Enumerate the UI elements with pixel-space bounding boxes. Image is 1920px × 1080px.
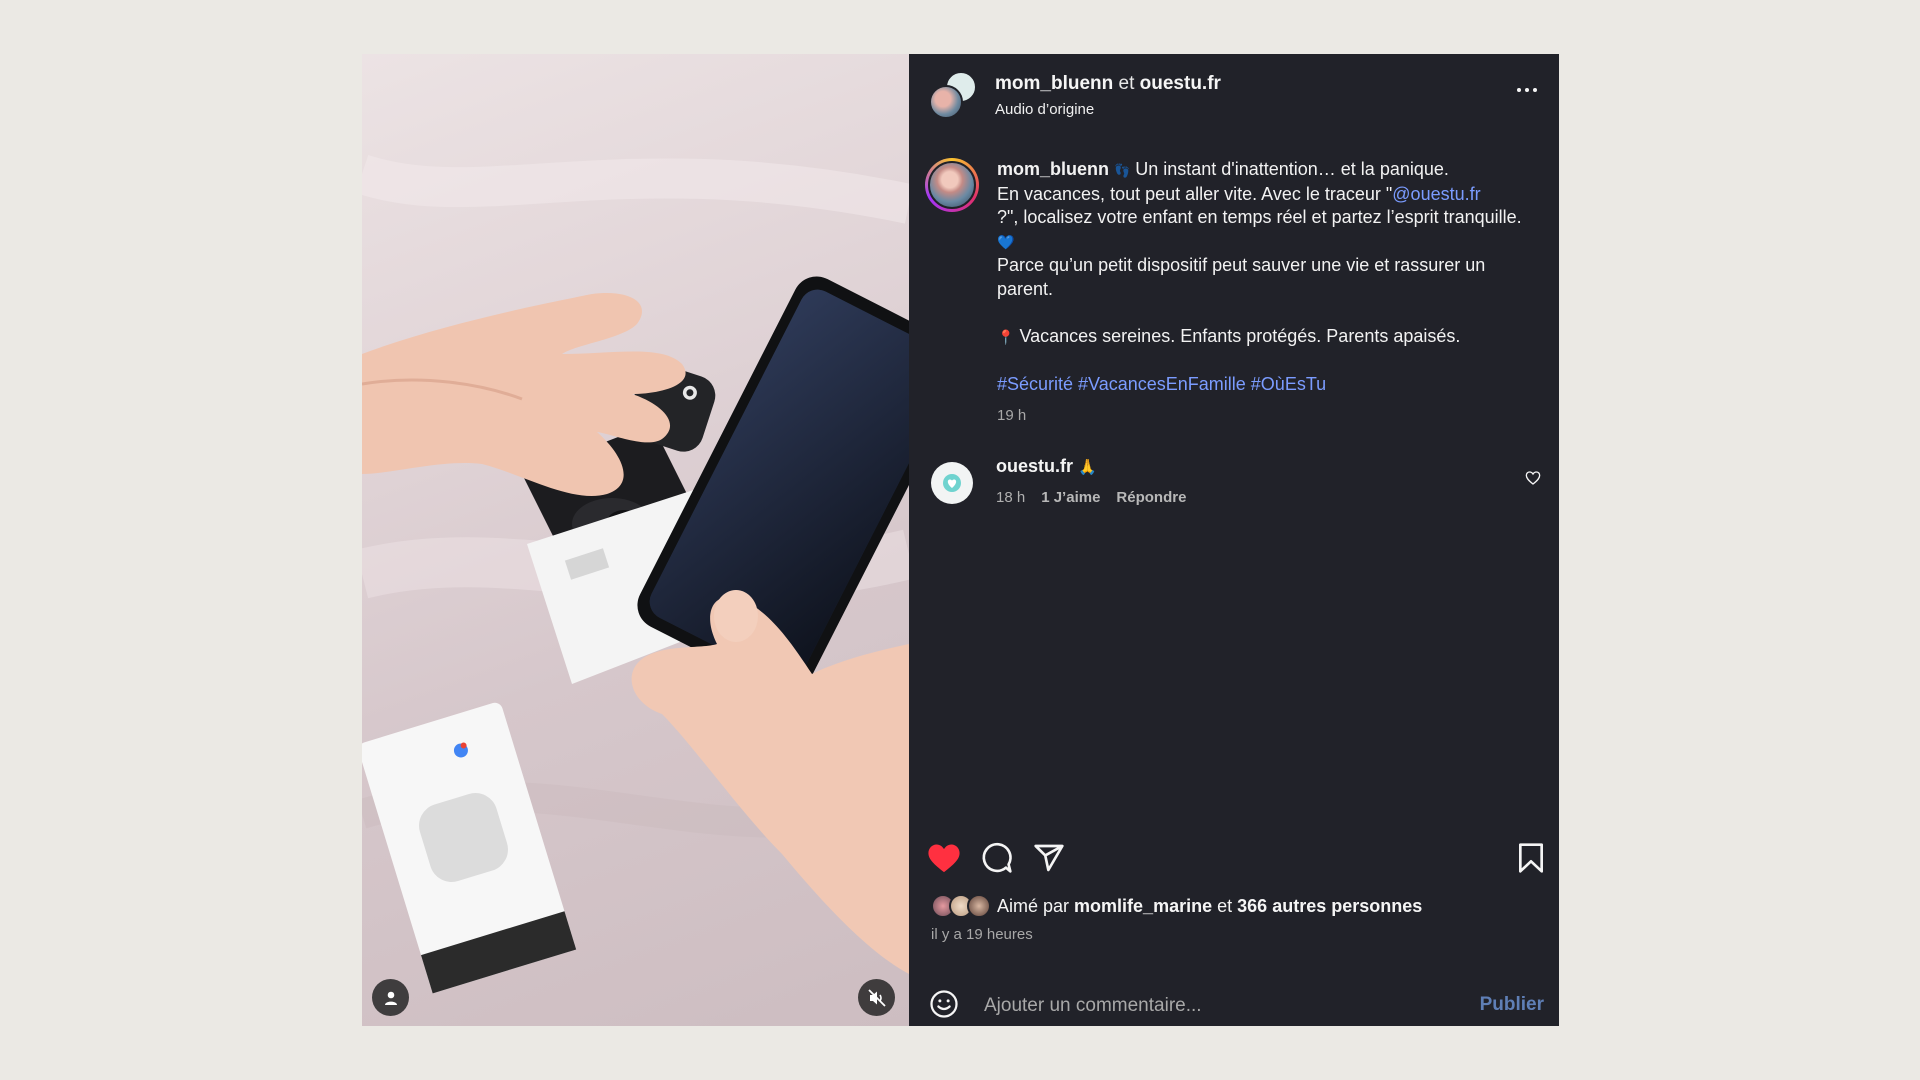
likes-summary: Aimé par momlife_marine et 366 autres pe… <box>931 894 1422 918</box>
blue-heart-emoji: 💙 <box>997 233 1015 250</box>
comment-likes-count[interactable]: 1 J’aime <box>1041 489 1100 506</box>
mute-icon <box>867 988 886 1007</box>
comment-item: ouestu.fr 🙏 18 h 1 J’aime Répondre <box>931 456 1541 506</box>
comment-icon[interactable] <box>981 842 1013 874</box>
comment-username[interactable]: ouestu.fr <box>996 456 1073 476</box>
liked-by-user[interactable]: momlife_marine <box>1074 896 1212 917</box>
more-icon-dot <box>1525 88 1529 92</box>
pin-emoji: 📍 <box>997 328 1015 345</box>
header-username-2[interactable]: ouestu.fr <box>1140 73 1221 94</box>
header-username-1[interactable]: mom_bluenn <box>995 73 1113 94</box>
reply-button[interactable]: Répondre <box>1116 489 1186 506</box>
heart-icon[interactable] <box>927 842 961 874</box>
caption-line-3: ?", localisez votre enfant en temps réel… <box>997 207 1522 227</box>
comment-heart-icon[interactable] <box>1525 470 1541 486</box>
footprints-emoji: 👣 <box>1114 163 1131 178</box>
more-icon <box>1517 88 1521 92</box>
caption-line-4: Parce qu’un petit dispositif peut sauver… <box>997 255 1486 299</box>
post-side-panel: mom_bluenn et ouestu.fr Audio d’origine … <box>909 54 1559 1026</box>
post-actions <box>909 842 1559 886</box>
mute-button[interactable] <box>858 979 895 1016</box>
user-tag-icon <box>384 991 397 1005</box>
caption-body: mom_bluenn 👣 Un instant d'inattention… e… <box>997 158 1527 428</box>
caption-time: 19 h <box>997 407 1027 424</box>
post-timestamp: il y a 19 heures <box>931 926 1033 943</box>
liked-by-prefix: Aimé par <box>997 895 1070 916</box>
avatar <box>928 161 976 209</box>
pray-emoji: 🙏 <box>1078 459 1097 476</box>
comment-avatar[interactable] <box>931 462 973 504</box>
header-text: mom_bluenn et ouestu.fr Audio d’origine <box>995 73 1221 118</box>
comment-time: 18 h <box>996 489 1026 506</box>
share-icon[interactable] <box>1033 842 1065 874</box>
hashtags[interactable]: #Sécurité #VacancesEnFamille #OùEsTu <box>997 373 1527 397</box>
liked-by-others[interactable]: 366 autres personnes <box>1237 896 1422 917</box>
caption-line-5: Vacances sereines. Enfants protégés. Par… <box>1019 325 1461 346</box>
mention-link[interactable]: @ouestu.fr <box>1392 184 1480 204</box>
header-connector: et <box>1118 72 1135 94</box>
original-audio-link[interactable]: Audio d’origine <box>995 101 1221 118</box>
liker-avatars <box>931 894 991 918</box>
post-dialog: mom_bluenn et ouestu.fr Audio d’origine … <box>362 54 1559 1026</box>
emoji-icon[interactable] <box>929 989 959 1019</box>
tagged-users-button[interactable] <box>372 979 409 1016</box>
publish-button[interactable]: Publier <box>1480 994 1544 1016</box>
video-frame-image <box>362 154 909 994</box>
comment-input[interactable] <box>984 993 1424 1019</box>
liked-by-connector: et <box>1217 895 1233 916</box>
more-options-button[interactable] <box>1517 88 1537 92</box>
caption-line-1: Un instant d'inattention… et la panique. <box>1135 159 1449 179</box>
comment-meta: 18 h 1 J’aime Répondre <box>996 489 1186 506</box>
collab-avatars[interactable] <box>929 71 977 119</box>
header-usernames: mom_bluenn et ouestu.fr <box>995 73 1221 95</box>
caption-line-2: En vacances, tout peut aller vite. Avec … <box>997 183 1393 204</box>
add-comment-bar: Publier <box>909 990 1559 1052</box>
avatar <box>967 894 991 918</box>
post-video[interactable] <box>362 54 909 1026</box>
post-header: mom_bluenn et ouestu.fr Audio d’origine <box>909 54 1559 136</box>
caption-avatar[interactable] <box>925 158 979 212</box>
comment-body: ouestu.fr 🙏 18 h 1 J’aime Répondre <box>996 456 1186 506</box>
more-icon-dot <box>1533 88 1537 92</box>
avatar <box>929 85 963 119</box>
bookmark-icon[interactable] <box>1517 842 1545 874</box>
heart-pin-icon <box>943 474 961 492</box>
post-caption: mom_bluenn 👣 Un instant d'inattention… e… <box>925 158 1545 428</box>
caption-username[interactable]: mom_bluenn <box>997 159 1109 179</box>
